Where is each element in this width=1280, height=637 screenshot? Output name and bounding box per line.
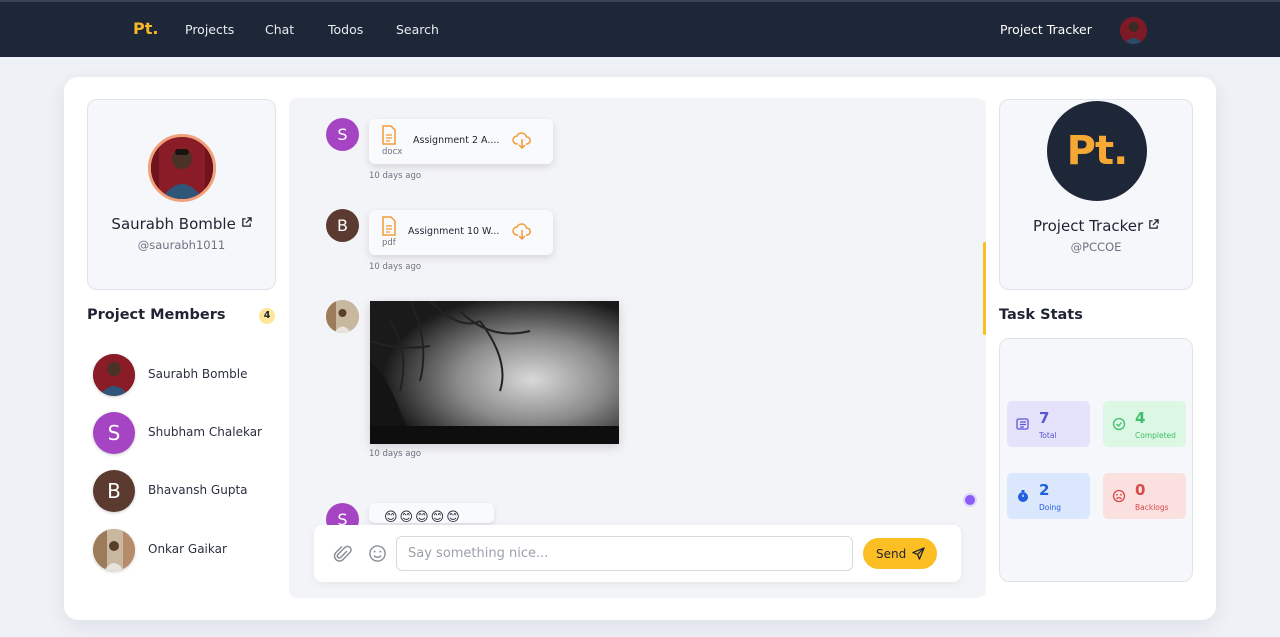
member-avatar	[93, 529, 135, 571]
file-attachment[interactable]: pdf Assignment 10 W...	[369, 210, 553, 255]
project-handle: @PCCOE	[1070, 240, 1122, 254]
message-timestamp: 10 days ago	[369, 262, 422, 272]
stat-doing-label: Doing	[1039, 503, 1061, 512]
file-attachment[interactable]: docx Assignment 2 A....	[369, 119, 553, 164]
cloud-download-icon[interactable]	[512, 130, 532, 150]
cloud-download-icon[interactable]	[512, 221, 532, 241]
member-name: Saurabh Bomble	[148, 367, 248, 381]
document-icon	[382, 216, 396, 236]
member-name: Bhavansh Gupta	[148, 483, 248, 497]
file-name: Assignment 10 W...	[408, 226, 500, 237]
profile-name[interactable]: Saurabh Bomble	[88, 215, 275, 233]
member-name: Onkar Gaikar	[148, 542, 227, 556]
external-link-icon	[1149, 219, 1159, 229]
file-extension: pdf	[382, 238, 396, 248]
member-item[interactable]: Onkar Gaikar	[93, 529, 283, 573]
project-members-title: Project Members	[87, 307, 226, 323]
profile-handle: @saurabh1011	[137, 238, 226, 252]
send-button[interactable]: Send	[863, 538, 937, 569]
paper-plane-icon	[912, 547, 925, 560]
profile-card: Saurabh Bomble @saurabh1011	[87, 99, 276, 290]
project-logo: Pt.	[1047, 101, 1147, 201]
nav-link-projects[interactable]: Projects	[185, 22, 234, 37]
section-divider-accent	[983, 242, 986, 335]
image-attachment[interactable]	[370, 301, 619, 444]
sad-face-icon	[1112, 489, 1126, 503]
member-count-badge: 4	[259, 308, 275, 324]
emoji-message: 😊😊😊😊😊	[369, 503, 494, 523]
scroll-bottom-indicator[interactable]	[963, 493, 977, 507]
nav-project-title[interactable]: Project Tracker	[1000, 22, 1092, 37]
external-link-icon	[241, 217, 252, 227]
paperclip-icon[interactable]	[333, 544, 353, 564]
user-avatar[interactable]	[1120, 17, 1147, 44]
member-item[interactable]: B Bhavansh Gupta	[93, 470, 283, 514]
stat-backlogs: 0 Backlogs	[1103, 473, 1186, 519]
smiley-icon[interactable]	[368, 544, 387, 563]
brand-logo[interactable]: Pt.	[133, 19, 158, 38]
stat-total-label: Total	[1039, 431, 1057, 440]
member-item[interactable]: S Shubham Chalekar	[93, 412, 283, 456]
task-stats-box: 7 Total 4 Completed 2 Doing 0 Backlogs	[999, 338, 1193, 582]
nav-link-search[interactable]: Search	[396, 22, 439, 37]
task-stats-title: Task Stats	[999, 307, 1083, 323]
file-name: Assignment 2 A....	[413, 135, 500, 146]
message-timestamp: 10 days ago	[369, 449, 422, 459]
profile-photo	[148, 134, 216, 202]
stat-completed-value: 4	[1135, 409, 1146, 427]
stat-total: 7 Total	[1007, 401, 1090, 447]
project-card: Pt. Project Tracker @PCCOE	[999, 99, 1193, 290]
nav-link-chat[interactable]: Chat	[265, 22, 294, 37]
stat-completed: 4 Completed	[1103, 401, 1186, 447]
stat-backlogs-label: Backlogs	[1135, 503, 1169, 512]
stopwatch-icon	[1018, 490, 1028, 502]
stat-completed-label: Completed	[1135, 431, 1176, 440]
top-navbar: Pt. Projects Chat Todos Search Project T…	[0, 0, 1280, 57]
message-timestamp: 10 days ago	[369, 171, 422, 181]
project-name[interactable]: Project Tracker	[1000, 217, 1192, 235]
chat-avatar: B	[326, 209, 359, 242]
nav-link-todos[interactable]: Todos	[328, 22, 363, 37]
list-icon	[1016, 418, 1029, 430]
member-avatar: S	[93, 412, 135, 454]
file-extension: docx	[382, 147, 403, 157]
stat-backlogs-value: 0	[1135, 481, 1146, 499]
check-circle-icon	[1112, 417, 1126, 431]
member-item[interactable]: Saurabh Bomble	[93, 354, 283, 398]
member-avatar: B	[93, 470, 135, 512]
chat-avatar	[326, 300, 359, 333]
message-composer: Send	[314, 525, 961, 582]
send-label: Send	[876, 546, 907, 561]
stat-doing-value: 2	[1039, 481, 1050, 499]
member-avatar	[93, 354, 135, 396]
stat-doing: 2 Doing	[1007, 473, 1090, 519]
document-icon	[382, 125, 396, 145]
member-name: Shubham Chalekar	[148, 425, 262, 439]
stat-total-value: 7	[1039, 409, 1050, 427]
chat-avatar: S	[326, 118, 359, 151]
message-input[interactable]	[396, 536, 853, 571]
